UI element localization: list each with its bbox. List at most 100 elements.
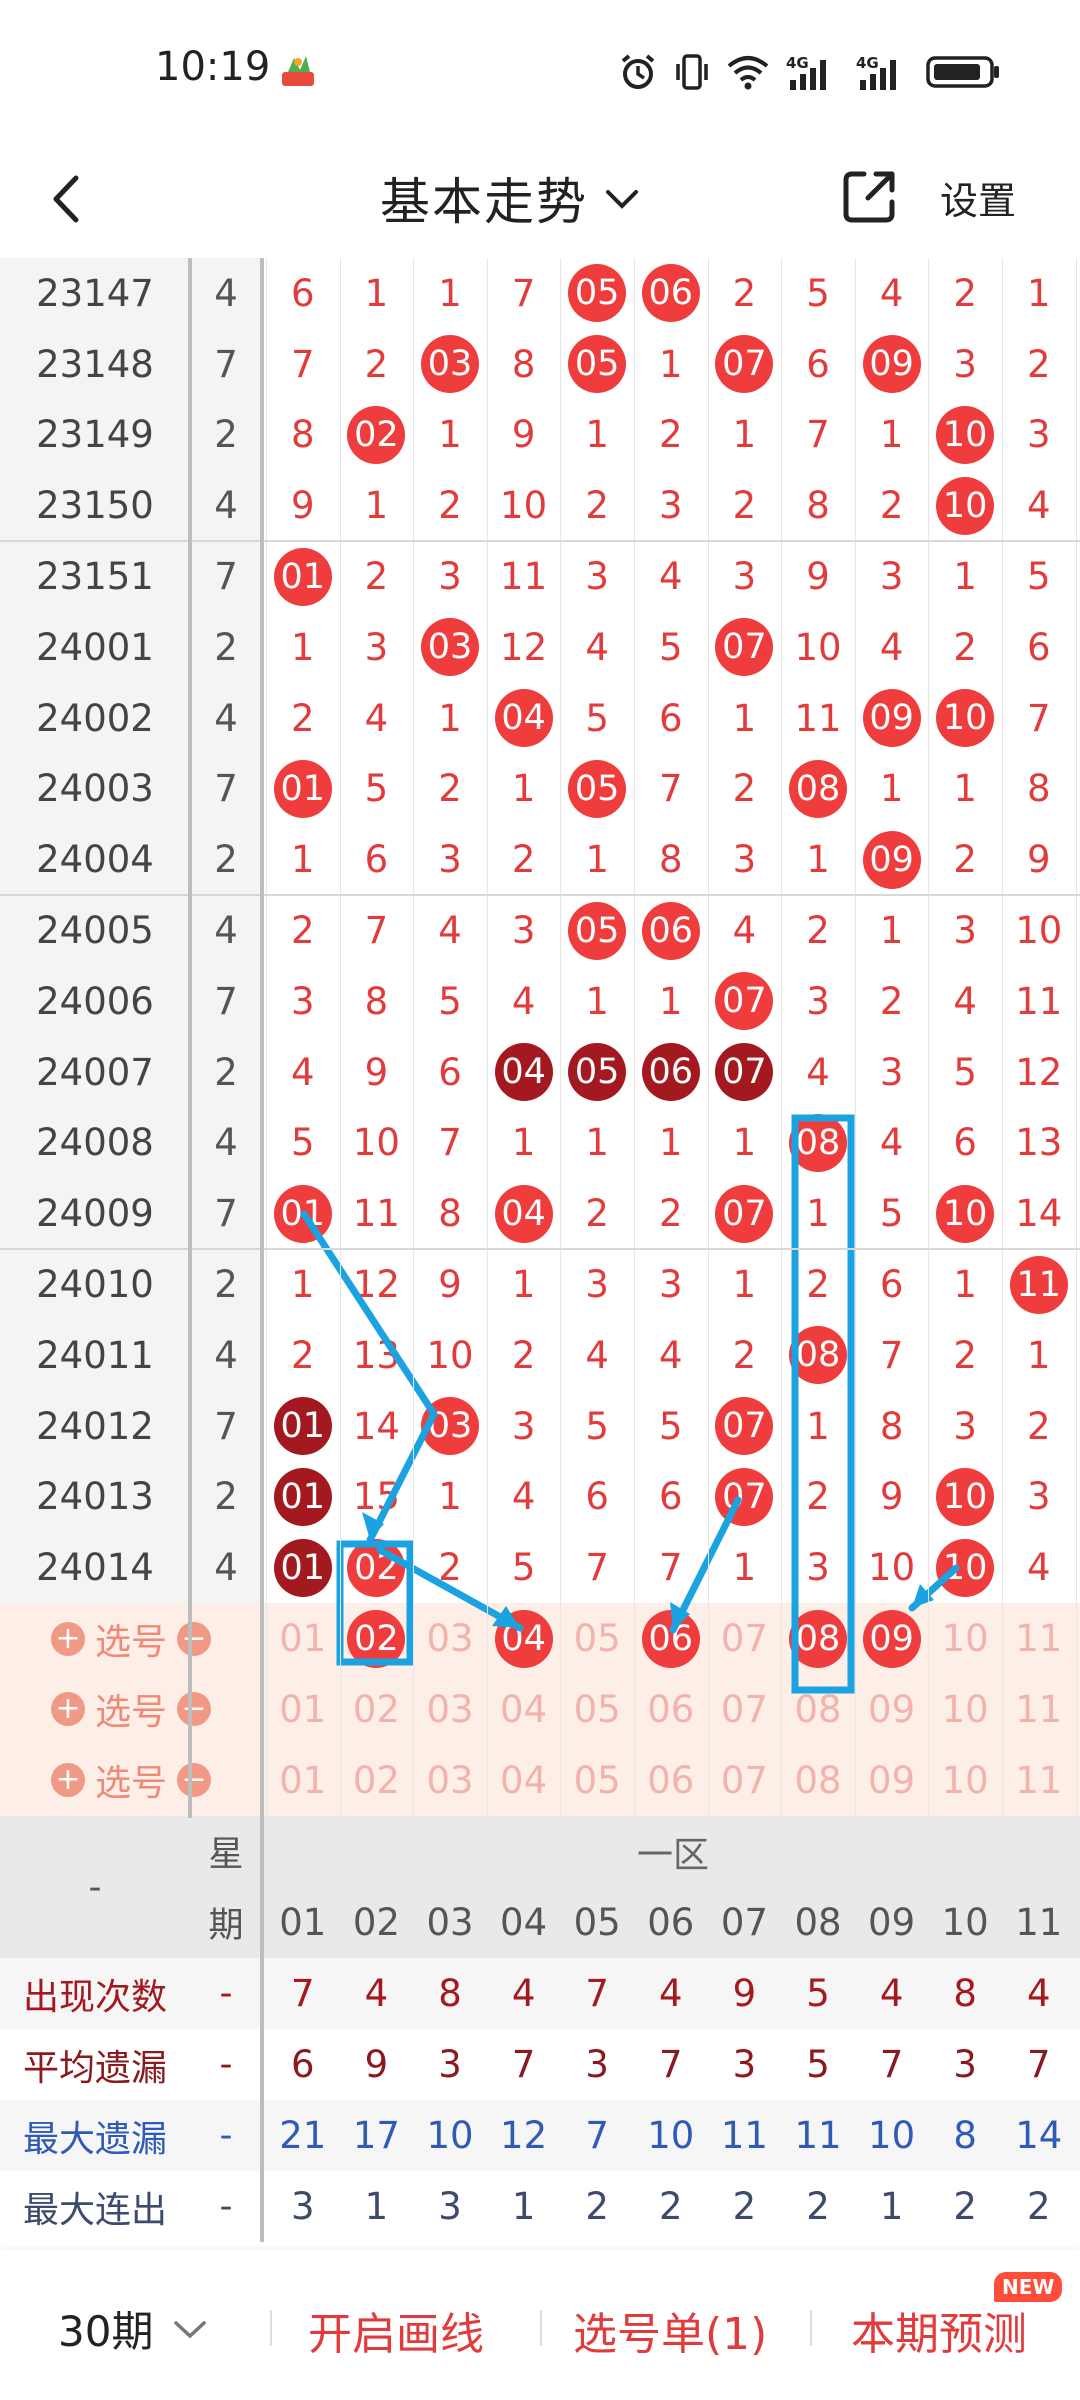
trend-cell: 5 — [659, 1404, 683, 1448]
trend-cell: 3 — [879, 555, 904, 599]
pick-number[interactable]: 10 — [928, 1603, 1002, 1674]
trend-type-selector[interactable]: 基本走势 — [380, 158, 642, 238]
pick-number[interactable]: 10 — [928, 1745, 1002, 1816]
predict-button[interactable]: 本期预测 — [851, 2298, 1027, 2362]
week-day: 7 — [190, 1390, 262, 1462]
trend-cell: 01 — [266, 541, 340, 612]
plus-icon[interactable]: + — [50, 1692, 85, 1727]
trend-cell: 2 — [806, 1475, 830, 1519]
stats-value: 9 — [732, 1972, 757, 2015]
trend-cell: 2 — [585, 1192, 609, 1236]
zone-label: 一区 — [636, 1834, 709, 1876]
trend-cell: 1 — [1027, 1333, 1051, 1377]
trend-cell: 5 — [511, 1546, 536, 1590]
trend-cell: 09 — [855, 329, 929, 400]
stats-value: 2 — [806, 2185, 830, 2228]
pick-number[interactable]: 10 — [928, 1674, 1002, 1745]
selected-ball[interactable]: 06 — [641, 1609, 700, 1668]
trend-cell: 1 — [511, 767, 536, 811]
trend-cell: 1 — [659, 1121, 683, 1165]
pick-number[interactable]: 06 — [634, 1745, 708, 1816]
trend-cell: 11 — [794, 696, 842, 740]
pick-list-button[interactable]: 选号单(1) — [573, 2298, 767, 2362]
pick-number[interactable]: 03 — [413, 1745, 487, 1816]
pick-number[interactable]: 11 — [1002, 1603, 1076, 1674]
trend-cell: 07 — [708, 329, 782, 400]
week-day: 2 — [190, 824, 262, 896]
trend-cell: 10 — [928, 1462, 1002, 1533]
period-selector[interactable]: 30期 — [58, 2298, 209, 2359]
minus-icon[interactable]: − — [177, 1621, 211, 1656]
trend-cell: 02 — [340, 400, 414, 471]
trend-cell: 03 — [413, 329, 487, 400]
selected-ball[interactable]: 09 — [862, 1609, 921, 1668]
pick-number[interactable]: 02 — [340, 1603, 414, 1674]
drawn-ball: 07 — [715, 1184, 774, 1243]
drawn-ball: 10 — [936, 1467, 995, 1526]
drawn-ball: 01 — [273, 1397, 332, 1456]
trend-cell: 1 — [806, 1404, 830, 1448]
minus-icon[interactable]: − — [177, 1763, 211, 1798]
stats-value: 1 — [364, 2185, 389, 2228]
pick-number[interactable]: 08 — [781, 1745, 855, 1816]
pick-number[interactable]: 09 — [855, 1674, 929, 1745]
page-title: 基本走势 — [380, 173, 588, 231]
pick-number[interactable]: 07 — [708, 1674, 782, 1745]
pick-number[interactable]: 02 — [340, 1745, 414, 1816]
trend-cell: 3 — [585, 555, 609, 599]
pick-number[interactable]: 08 — [781, 1674, 855, 1745]
trend-cell: 4 — [511, 979, 536, 1023]
selected-ball[interactable]: 04 — [494, 1609, 553, 1668]
trend-cell: 10 — [426, 1333, 474, 1377]
back-button[interactable] — [38, 164, 98, 234]
stats-value: 5 — [806, 1972, 830, 2015]
trend-cell: 10 — [928, 1178, 1002, 1249]
trend-cell: 8 — [364, 979, 389, 1023]
bottom-bar: 30期 开启画线 选号单(1) 本期预测 NEW — [0, 2250, 1080, 2400]
trend-cell: 1 — [806, 838, 830, 882]
pick-number[interactable]: 05 — [560, 1674, 634, 1745]
pick-number[interactable]: 01 — [266, 1674, 340, 1745]
selected-ball[interactable]: 02 — [347, 1609, 406, 1668]
pick-number[interactable]: 06 — [634, 1674, 708, 1745]
stats-value: 6 — [291, 2043, 315, 2086]
stats-value: 7 — [511, 2043, 536, 2086]
pick-number[interactable]: 07 — [708, 1603, 782, 1674]
pick-number[interactable]: 07 — [708, 1745, 782, 1816]
stats-header-week: 星 期 — [190, 1816, 262, 1958]
pick-number[interactable]: 03 — [413, 1603, 487, 1674]
pick-number[interactable]: 02 — [340, 1674, 414, 1745]
plus-icon[interactable]: + — [50, 1621, 85, 1656]
settings-button[interactable]: 设置 — [940, 170, 1016, 225]
pick-number[interactable]: 09 — [855, 1745, 929, 1816]
pick-number[interactable]: 06 — [634, 1603, 708, 1674]
pick-number[interactable]: 08 — [781, 1603, 855, 1674]
trend-cell: 12 — [352, 1263, 400, 1307]
pick-number[interactable]: 04 — [487, 1603, 561, 1674]
pick-number[interactable]: 11 — [1002, 1745, 1076, 1816]
pick-number[interactable]: 03 — [413, 1674, 487, 1745]
trend-cell: 3 — [732, 555, 757, 599]
trend-cell: 1 — [585, 1121, 609, 1165]
pick-number[interactable]: 09 — [855, 1603, 929, 1674]
pick-number[interactable]: 11 — [1002, 1674, 1076, 1745]
pick-number[interactable]: 01 — [266, 1745, 340, 1816]
drawn-ball: 10 — [936, 689, 995, 748]
table-row: 24014 4 01 02 2 5 7 7 1 3 10 10 4 — [0, 1532, 1080, 1604]
stats-header-dash: - — [88, 1866, 102, 1908]
trend-cell: 5 — [659, 625, 683, 669]
pick-number[interactable]: 05 — [560, 1745, 634, 1816]
draw-line-button[interactable]: 开启画线 — [308, 2298, 484, 2362]
pick-number[interactable]: 04 — [487, 1674, 561, 1745]
share-icon[interactable] — [838, 164, 902, 228]
issue-number: 23149 — [0, 399, 190, 471]
minus-icon[interactable]: − — [177, 1692, 211, 1727]
pick-number[interactable]: 05 — [560, 1603, 634, 1674]
selected-ball[interactable]: 08 — [788, 1609, 847, 1668]
drawn-ball: 05 — [568, 264, 627, 323]
pick-number[interactable]: 01 — [266, 1603, 340, 1674]
trend-cell: 5 — [438, 979, 462, 1023]
drawn-ball: 03 — [420, 335, 479, 394]
plus-icon[interactable]: + — [50, 1763, 85, 1798]
pick-number[interactable]: 04 — [487, 1745, 561, 1816]
